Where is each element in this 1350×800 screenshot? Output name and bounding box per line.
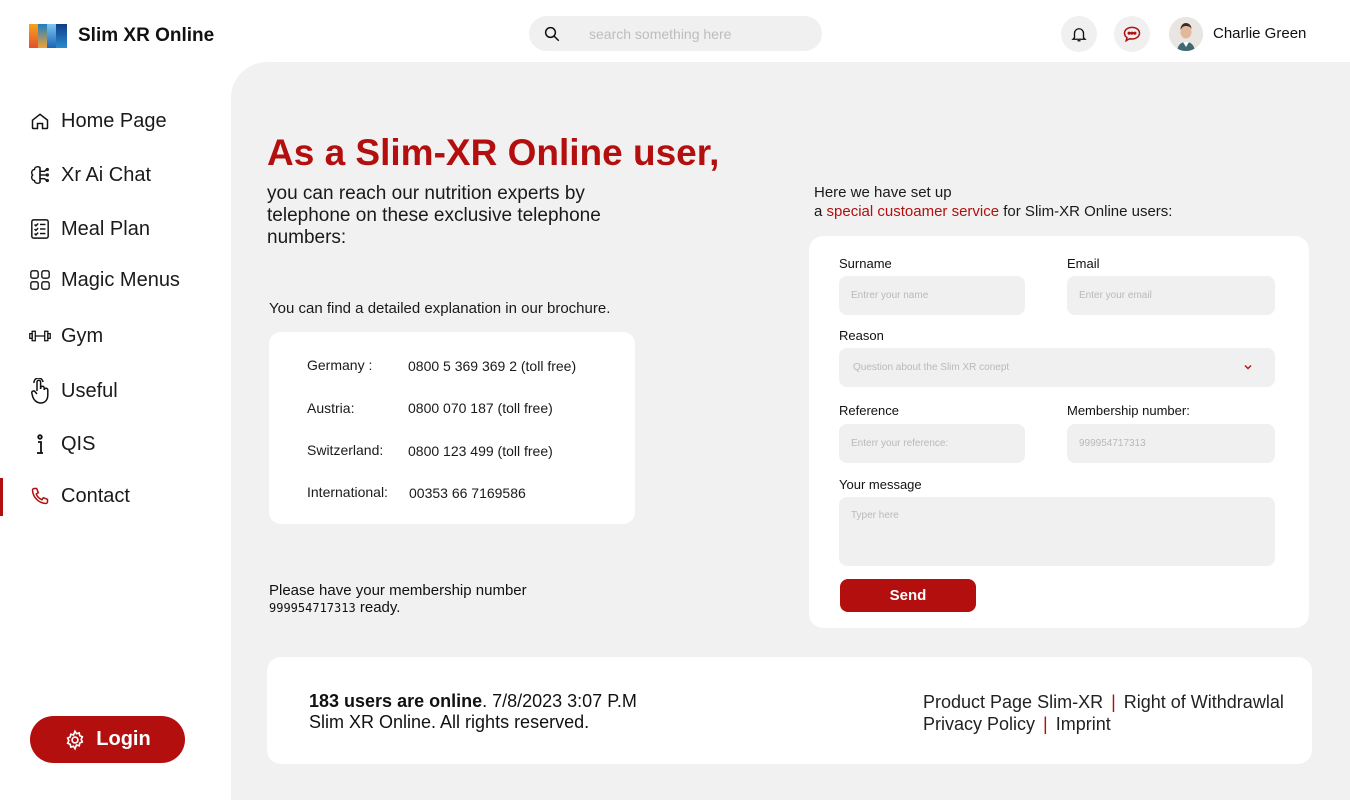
phone-numbers-card: Germany : 0800 5 369 369 2 (toll free) A…: [269, 332, 635, 524]
phone-icon: [29, 485, 51, 507]
reason-label: Reason: [839, 328, 884, 343]
membership-note-suffix: ready.: [355, 599, 401, 616]
country-label: Germany :: [307, 357, 373, 373]
membership-number: 999954717313: [269, 601, 356, 615]
country-label: International:: [307, 484, 388, 500]
sidebar-item-label: QIS: [61, 432, 96, 455]
chevron-down-icon: [1244, 365, 1252, 370]
surname-field[interactable]: [839, 276, 1025, 315]
country-label: Switzerland:: [307, 442, 384, 458]
sidebar-item-useful[interactable]: Useful: [29, 377, 118, 405]
search-input[interactable]: [589, 25, 809, 42]
main-panel: As a Slim-XR Online user, you can reach …: [231, 62, 1350, 800]
email-label: Email: [1067, 256, 1100, 271]
reason-value: Question about the Slim XR conept: [853, 362, 1010, 373]
phone-number[interactable]: 0800 5 369 369 2 (toll free): [408, 358, 576, 374]
sidebar-item-label: Useful: [61, 379, 118, 402]
info-icon: [29, 433, 51, 455]
divider: |: [1043, 714, 1048, 734]
reference-label: Reference: [839, 403, 899, 418]
page-subtitle: you can reach our nutrition experts by t…: [267, 183, 601, 248]
country-label: Austria:: [307, 400, 355, 416]
sidebar-item-label: Contact: [61, 484, 130, 507]
membership-note: Please have your membership number 99995…: [269, 582, 527, 617]
sidebar-item-label: Magic Menus: [61, 268, 180, 291]
footer-status: 183 users are online. 7/8/2023 3:07 P.M …: [309, 691, 637, 733]
user-name[interactable]: Charlie Green: [1213, 25, 1306, 42]
brain-icon: [29, 164, 51, 186]
sidebar-item-gym[interactable]: Gym: [29, 322, 103, 350]
sidebar-item-xr-ai-chat[interactable]: Xr Ai Chat: [29, 161, 151, 189]
sidebar-item-label: Home Page: [61, 109, 167, 132]
gear-icon: [66, 728, 84, 751]
dumbbell-icon: [29, 325, 51, 347]
contact-form: Surname Email Reason Question about the …: [809, 236, 1309, 628]
footer-link-privacy[interactable]: Privacy Policy: [923, 714, 1035, 734]
footer-link-imprint[interactable]: Imprint: [1056, 714, 1111, 734]
footer-datetime: . 7/8/2023 3:07 P.M: [482, 691, 637, 711]
app-title: Slim XR Online: [78, 25, 215, 46]
messages-button[interactable]: [1114, 16, 1150, 52]
service-prefix: a: [814, 203, 827, 220]
reason-select[interactable]: Question about the Slim XR conept: [839, 348, 1275, 387]
checklist-icon: [29, 218, 51, 240]
copyright: Slim XR Online. All rights reserved.: [309, 712, 590, 732]
notifications-button[interactable]: [1061, 16, 1097, 52]
membership-note-text: Please have your membership number: [269, 582, 527, 599]
phone-number[interactable]: 0800 123 499 (toll free): [408, 443, 553, 459]
sidebar-item-label: Xr Ai Chat: [61, 163, 152, 186]
bell-icon: [1071, 28, 1087, 42]
reference-field[interactable]: [839, 424, 1025, 463]
page-title: As a Slim-XR Online user,: [267, 132, 720, 173]
divider: |: [1111, 692, 1116, 712]
search-icon: [544, 26, 560, 41]
online-count: 183 users are online: [309, 691, 483, 711]
sidebar-item-label: Meal Plan: [61, 217, 150, 240]
login-button[interactable]: Login: [30, 716, 185, 763]
message-field[interactable]: [839, 497, 1275, 566]
chat-bubble-icon: [1123, 26, 1141, 43]
service-intro: Here we have set up a special custoamer …: [814, 183, 1172, 221]
service-intro-line: Here we have set up: [814, 184, 952, 201]
active-indicator: [0, 478, 3, 516]
membership-number-field[interactable]: [1067, 424, 1275, 463]
avatar[interactable]: [1169, 17, 1203, 51]
hand-pointer-icon: [29, 378, 51, 404]
sidebar-item-magic-menus[interactable]: Magic Menus: [29, 266, 180, 294]
brochure-note: You can find a detailed explanation in o…: [269, 300, 611, 317]
email-field[interactable]: [1067, 276, 1275, 315]
phone-number[interactable]: 0800 070 187 (toll free): [408, 400, 553, 416]
phone-number[interactable]: 00353 66 7169586: [409, 485, 526, 501]
sidebar-item-label: Gym: [61, 324, 104, 347]
service-highlight: special custoamer service: [826, 203, 1000, 220]
footer: 183 users are online. 7/8/2023 3:07 P.M …: [267, 657, 1312, 764]
message-label: Your message: [839, 477, 922, 492]
footer-link-withdrawal[interactable]: Right of Withdrawlal: [1124, 692, 1284, 712]
footer-link-product-page[interactable]: Product Page Slim-XR: [923, 692, 1103, 712]
brand-logo[interactable]: Slim XR Online: [29, 24, 214, 48]
service-suffix: for Slim-XR Online users:: [999, 203, 1173, 220]
app-root: Slim XR Online Charlie Green Home: [0, 0, 1350, 800]
login-label: Login: [96, 728, 151, 750]
surname-label: Surname: [839, 256, 892, 271]
membership-number-label: Membership number:: [1067, 403, 1190, 418]
sidebar-item-home[interactable]: Home Page: [29, 107, 167, 135]
logo-mark-icon: [29, 24, 67, 48]
footer-links: Product Page Slim-XR | Right of Withdrawla…: [923, 691, 1284, 735]
search-bar[interactable]: [529, 16, 822, 51]
user-avatar-icon: [1169, 17, 1203, 51]
sidebar-item-contact[interactable]: Contact: [29, 482, 130, 510]
send-button[interactable]: Send: [840, 579, 976, 612]
sidebar-item-qis[interactable]: QIS: [29, 430, 95, 458]
sidebar-item-meal-plan[interactable]: Meal Plan: [29, 215, 150, 243]
grid-icon: [29, 269, 51, 291]
home-icon: [29, 110, 51, 132]
